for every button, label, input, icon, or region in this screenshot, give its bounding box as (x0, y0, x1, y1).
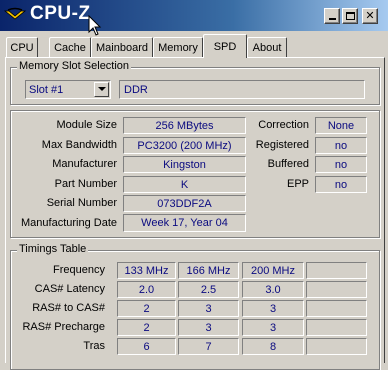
slot-select-value: Slot #1 (29, 83, 64, 96)
cpu-z-logo-icon (4, 7, 26, 20)
timing-cell: 7 (178, 338, 239, 355)
registered-value: no (315, 137, 367, 154)
timing-row-label: CAS# Latency (34, 283, 105, 295)
part-number-value: K (123, 176, 246, 193)
timing-cell: 166 MHz (178, 262, 239, 279)
group-label: Timings Table (17, 243, 89, 255)
max-bandwidth-value: PC3200 (200 MHz) (123, 137, 246, 154)
module-size-label: Module Size (56, 119, 117, 131)
tab-about[interactable]: About (247, 37, 287, 57)
tab-spd[interactable]: SPD (203, 34, 247, 58)
correction-label: Correction (258, 119, 309, 131)
timing-cell: 3.0 (242, 281, 304, 298)
memory-type-field: DDR (119, 80, 365, 99)
minimize-button[interactable] (324, 8, 340, 24)
chevron-down-icon[interactable] (94, 82, 109, 97)
timing-row-label: RAS# Precharge (22, 321, 105, 333)
timing-cell: 2.5 (178, 281, 239, 298)
timing-row-label: Frequency (53, 264, 105, 276)
manufacturer-label: Manufacturer (52, 158, 117, 170)
timing-cell (306, 319, 367, 336)
tab-memory[interactable]: Memory (153, 37, 203, 57)
timing-cell (306, 281, 367, 298)
timing-cell: 2.0 (117, 281, 176, 298)
max-bandwidth-label: Max Bandwidth (41, 139, 117, 151)
module-size-value: 256 MBytes (123, 117, 246, 134)
timing-cell: 3 (178, 319, 239, 336)
serial-number-value: 073DDF2A (123, 195, 246, 212)
correction-value: None (315, 117, 367, 134)
timing-cell: 3 (178, 300, 239, 317)
manufacturing-date-label: Manufacturing Date (21, 217, 117, 229)
timing-cell: 2 (117, 300, 176, 317)
timing-cell: 8 (242, 338, 304, 355)
registered-label: Registered (255, 139, 309, 151)
mouse-cursor-icon (88, 15, 102, 36)
tab-label: SPD (213, 40, 237, 53)
timing-cell: 200 MHz (242, 262, 304, 279)
timing-cell: 3 (242, 319, 304, 336)
window-title: CPU-Z (30, 3, 91, 24)
epp-value: no (315, 176, 367, 193)
timing-row-label: Tras (83, 340, 105, 352)
close-icon: ✕ (365, 9, 375, 22)
tab-label: Cache (54, 41, 86, 54)
tab-cache[interactable]: Cache (49, 37, 91, 57)
group-label: Memory Slot Selection (17, 60, 132, 72)
timing-cell (306, 262, 367, 279)
tab-label: Memory (158, 41, 198, 54)
timing-cell: 6 (117, 338, 176, 355)
manufacturing-date-value: Week 17, Year 04 (123, 214, 246, 232)
tab-label: Mainboard (96, 41, 148, 54)
tab-label: CPU (10, 41, 34, 54)
timing-cell: 3 (242, 300, 304, 317)
tab-label: About (252, 41, 282, 54)
timing-cell: 133 MHz (117, 262, 176, 279)
timing-row-label: RAS# to CAS# (32, 302, 105, 314)
slot-select[interactable]: Slot #1 (25, 80, 111, 99)
close-button[interactable]: ✕ (362, 8, 378, 24)
manufacturer-value: Kingston (123, 156, 246, 173)
tab-cpu[interactable]: CPU (6, 37, 38, 57)
epp-label: EPP (286, 178, 309, 190)
buffered-value: no (315, 156, 367, 173)
timing-cell (306, 338, 367, 355)
part-number-label: Part Number (54, 178, 117, 190)
maximize-icon (345, 12, 355, 20)
timing-cell: 2 (117, 319, 176, 336)
serial-number-label: Serial Number (46, 197, 117, 209)
minimize-icon (328, 18, 336, 20)
maximize-button[interactable] (342, 8, 358, 24)
tab-mainboard[interactable]: Mainboard (91, 37, 153, 57)
timing-cell (306, 300, 367, 317)
buffered-label: Buffered (267, 158, 309, 170)
